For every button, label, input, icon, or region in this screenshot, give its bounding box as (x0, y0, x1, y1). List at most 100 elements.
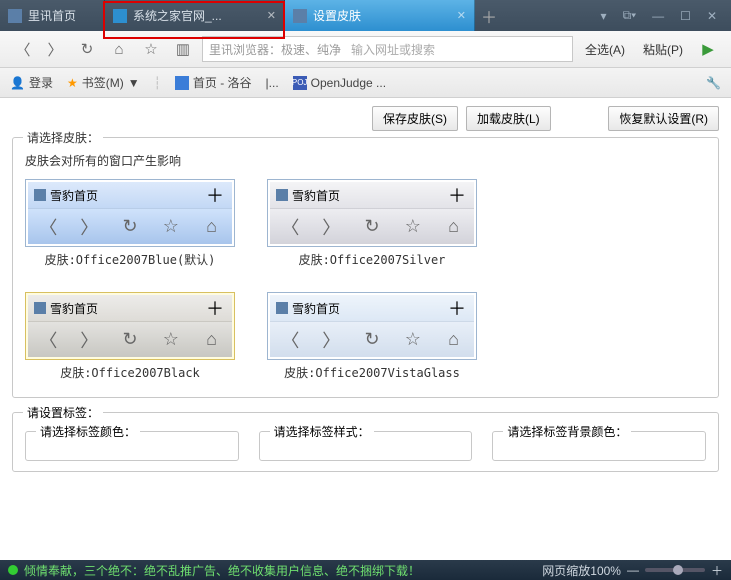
skin-preview: 雪豹首页＋〈〉↻☆⌂ (25, 179, 235, 247)
favicon-icon (8, 9, 22, 23)
favicon-icon (293, 9, 307, 23)
favicon-icon (113, 9, 127, 23)
zoom-controls: 网页缩放100% — ＋ (542, 562, 723, 579)
user-icon: 👤 (10, 76, 25, 90)
skin-card[interactable]: 雪豹首页＋〈〉↻☆⌂皮肤:Office2007Black (25, 292, 235, 381)
tab-0[interactable]: 里讯首页 (0, 0, 105, 31)
back-icon: 〈 (38, 327, 58, 353)
zoom-in-button[interactable]: ＋ (711, 562, 723, 579)
sub-legend: 请选择标签颜色： (36, 423, 140, 440)
star-icon: ☆ (161, 329, 181, 350)
preview-tab-label: 雪豹首页 (292, 187, 340, 204)
bookmark-link-2[interactable]: POJ OpenJudge ... (293, 76, 386, 90)
zoom-slider[interactable] (645, 568, 705, 572)
tab-label: 里讯首页 (28, 7, 76, 24)
preview-tabrow: 雪豹首页 ＋ (270, 295, 474, 321)
skin-card[interactable]: 雪豹首页＋〈〉↻☆⌂皮肤:Office2007Silver (267, 179, 477, 268)
zoom-label: 网页缩放100% (542, 562, 621, 579)
skin-fieldset: 请选择皮肤： 皮肤会对所有的窗口产生影响 雪豹首页＋〈〉↻☆⌂皮肤:Office… (12, 137, 719, 398)
save-skin-button[interactable]: 保存皮肤(S) (372, 106, 458, 131)
settings-icon[interactable]: 🔧 (706, 76, 721, 90)
bookmark-overflow[interactable]: |... (266, 76, 279, 90)
login-link[interactable]: 👤 登录 (10, 74, 53, 91)
star-icon: ☆ (403, 329, 423, 350)
restore-icon[interactable]: ⧉▾ (617, 6, 643, 25)
addr-hint: 里讯浏览器：极速、纯净 (209, 41, 341, 58)
close-icon[interactable]: ✕ (267, 9, 276, 22)
status-message: 倾情奉献，三个绝不：绝不乱推广告、绝不收集用户信息、绝不捆绑下载！ (24, 562, 420, 579)
sub-legend: 请选择标签背景颜色： (503, 423, 631, 440)
skin-card[interactable]: 雪豹首页＋〈〉↻☆⌂皮肤:Office2007Blue(默认) (25, 179, 235, 268)
preview-tabrow: 雪豹首页＋ (28, 295, 232, 321)
skin-caption: 皮肤:Office2007Silver (267, 251, 477, 268)
bookmark-label: OpenJudge ... (311, 76, 386, 90)
star-button[interactable]: ☆ (138, 36, 164, 62)
paste-button[interactable]: 粘贴(P) (637, 41, 689, 58)
go-button[interactable]: ▶ (695, 36, 721, 62)
preview-tabrow: 雪豹首页 ＋ (270, 182, 474, 208)
back-icon: 〈 (38, 214, 58, 240)
chevron-down-icon: ▼ (128, 76, 140, 90)
tag-fieldset: 请设置标签： 请选择标签颜色： 请选择标签样式： 请选择标签背景颜色： (12, 412, 719, 472)
tab-label: 设置皮肤 (313, 7, 361, 24)
preview-nav: 〈〉↻☆⌂ (28, 321, 232, 357)
preview-newtab: ＋ (440, 295, 474, 321)
nav-toolbar: 〈 〉 ↻ ⌂ ☆ ▥ 里讯浏览器：极速、纯净 输入网址或搜索 全选(A) 粘贴… (0, 31, 731, 68)
skin-note: 皮肤会对所有的窗口产生影响 (25, 152, 706, 169)
home-button[interactable]: ⌂ (106, 36, 132, 62)
skin-preview: 雪豹首页＋〈〉↻☆⌂ (267, 179, 477, 247)
home-icon: ⌂ (444, 216, 464, 237)
preview-tab: 雪豹首页 (28, 295, 198, 321)
new-tab-button[interactable]: ＋ (475, 0, 503, 31)
forward-button[interactable]: 〉 (42, 36, 68, 62)
tab-label: 系统之家官网_... (133, 7, 222, 24)
minimize-icon[interactable]: ― (646, 7, 670, 25)
tag-bgcolor-fieldset: 请选择标签背景颜色： (492, 431, 706, 461)
addr-placeholder: 输入网址或搜索 (351, 41, 435, 58)
home-icon: ⌂ (202, 329, 222, 350)
library-button[interactable]: ▥ (170, 36, 196, 62)
back-icon: 〈 (280, 327, 300, 353)
site-icon: POJ (293, 76, 307, 90)
preview-tab-label: 雪豹首页 (292, 300, 340, 317)
bookmarks-menu[interactable]: ★ 书签(M) ▼ (67, 74, 140, 91)
skin-preview: 雪豹首页＋〈〉↻☆⌂ (267, 292, 477, 360)
skin-card[interactable]: 雪豹首页＋〈〉↻☆⌂皮肤:Office2007VistaGlass (267, 292, 477, 381)
star-icon: ★ (67, 76, 78, 90)
preview-tab-label: 雪豹首页 (50, 300, 98, 317)
bookmark-link-1[interactable]: 首页 - 洛谷 (175, 74, 252, 91)
tab-1[interactable]: 系统之家官网_... ✕ (105, 0, 285, 31)
home-icon: ⌂ (202, 216, 222, 237)
titlebar: 里讯首页 系统之家官网_... ✕ 设置皮肤 ✕ ＋ ▾ ⧉▾ ― ☐ ✕ (0, 0, 731, 31)
preview-tab: 雪豹首页 (270, 295, 440, 321)
preview-newtab: ＋ (440, 182, 474, 208)
bookmarks-label: 书签(M) (82, 74, 124, 91)
back-button[interactable]: 〈 (10, 36, 36, 62)
tab-2-active[interactable]: 设置皮肤 ✕ (285, 0, 475, 31)
close-window-icon[interactable]: ✕ (701, 7, 723, 25)
maximize-icon[interactable]: ☐ (674, 7, 697, 25)
login-label: 登录 (29, 74, 53, 91)
address-bar[interactable]: 里讯浏览器：极速、纯净 输入网址或搜索 (202, 36, 573, 62)
favicon-icon (276, 189, 288, 201)
preview-tab-label: 雪豹首页 (50, 187, 98, 204)
close-icon[interactable]: ✕ (457, 9, 466, 22)
tag-color-fieldset: 请选择标签颜色： (25, 431, 239, 461)
action-row: 保存皮肤(S) 加载皮肤(L) 恢复默认设置(R) (12, 106, 719, 131)
forward-icon: 〉 (79, 214, 99, 240)
select-all-button[interactable]: 全选(A) (579, 41, 631, 58)
tag-legend: 请设置标签： (23, 404, 103, 421)
favicon-icon (34, 302, 46, 314)
zoom-out-button[interactable]: — (627, 563, 639, 577)
zoom-thumb[interactable] (673, 565, 683, 575)
load-skin-button[interactable]: 加载皮肤(L) (466, 106, 551, 131)
forward-icon: 〉 (321, 214, 341, 240)
menu-icon[interactable]: ▾ (595, 7, 613, 25)
status-dot-icon (8, 565, 18, 575)
restore-default-button[interactable]: 恢复默认设置(R) (608, 106, 719, 131)
skin-caption: 皮肤:Office2007VistaGlass (267, 364, 477, 381)
status-bar: 倾情奉献，三个绝不：绝不乱推广告、绝不收集用户信息、绝不捆绑下载！ 网页缩放10… (0, 560, 731, 580)
favicon-icon (276, 302, 288, 314)
forward-icon: 〉 (79, 327, 99, 353)
reload-button[interactable]: ↻ (74, 36, 100, 62)
